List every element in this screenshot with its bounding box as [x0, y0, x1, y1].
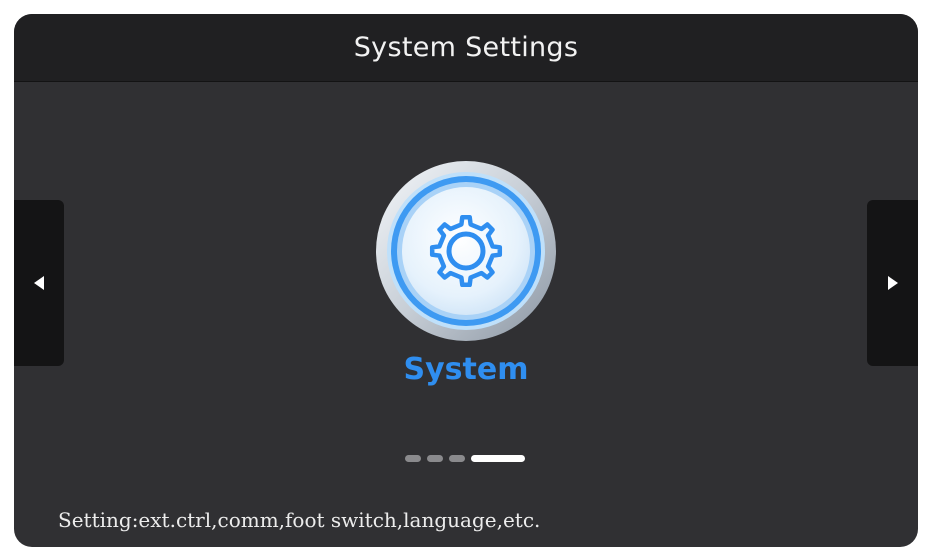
tile-label[interactable]: System [314, 352, 618, 387]
page-dot-active[interactable] [471, 454, 525, 462]
triangle-right-icon [887, 276, 898, 290]
gear-icon [376, 161, 556, 341]
settings-screen: System Settings System Setting:ext.ctrl,… [14, 14, 918, 547]
next-page-button[interactable] [867, 200, 918, 366]
system-settings-tile[interactable] [375, 160, 557, 342]
page-indicator [405, 454, 525, 462]
previous-page-button[interactable] [14, 200, 64, 366]
title-bar: System Settings [14, 14, 918, 82]
page-dot[interactable] [427, 454, 443, 462]
page-dot[interactable] [405, 454, 421, 462]
setting-description: Setting:ext.ctrl,comm,foot switch,langua… [58, 508, 541, 532]
page-dot[interactable] [449, 454, 465, 462]
triangle-left-icon [34, 276, 44, 290]
page-title: System Settings [353, 32, 579, 63]
